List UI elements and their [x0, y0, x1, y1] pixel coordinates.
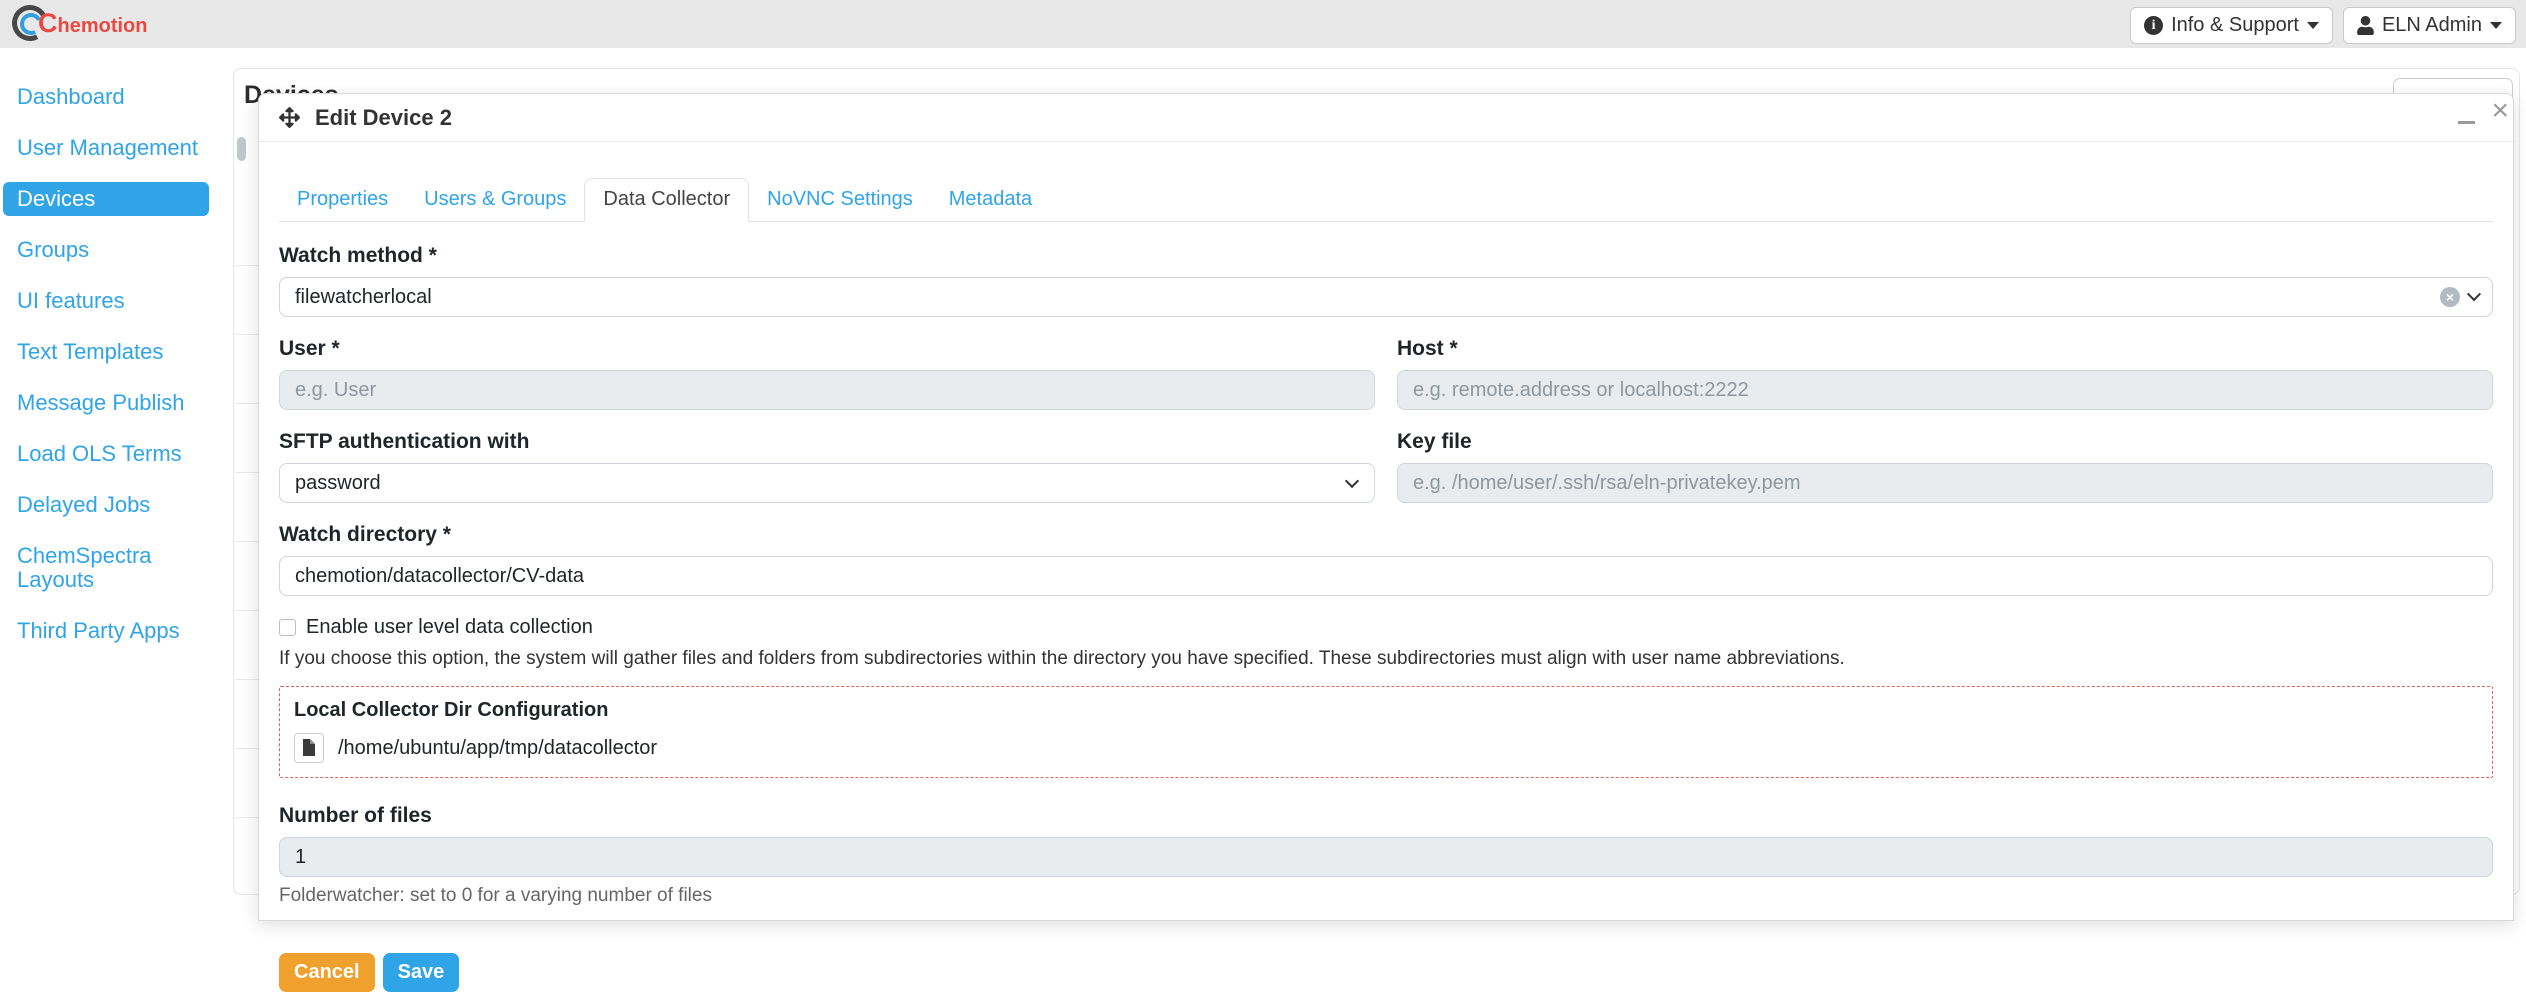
key-file-field[interactable]: [1397, 463, 2493, 503]
minimize-icon[interactable]: [2458, 121, 2475, 124]
tab-novnc-settings[interactable]: NoVNC Settings: [749, 179, 931, 221]
sidebar-item-message-publish[interactable]: Message Publish: [3, 386, 209, 420]
user-level-help-text: If you choose this option, the system wi…: [279, 648, 2493, 670]
key-file-label: Key file: [1397, 430, 2493, 454]
user-level-label: Enable user level data collection: [306, 616, 593, 639]
caret-down-icon: [2307, 22, 2319, 29]
info-support-label: Info & Support: [2171, 14, 2299, 37]
sidebar-item-delayed-jobs[interactable]: Delayed Jobs: [3, 488, 209, 522]
account-dropdown[interactable]: ELN Admin: [2343, 7, 2516, 44]
user-icon: [2357, 16, 2374, 35]
cancel-button[interactable]: Cancel: [279, 953, 375, 992]
top-navbar: Chemotion i Info & Support ELN Admin: [0, 0, 2526, 48]
number-of-files-label: Number of files: [279, 804, 2493, 828]
copy-icon: [302, 739, 316, 757]
user-field[interactable]: [279, 370, 1375, 410]
sidebar-item-groups[interactable]: Groups: [3, 233, 209, 267]
sidebar-item-chemspectra-layouts[interactable]: ChemSpectra Layouts: [3, 539, 209, 597]
sidebar-item-devices[interactable]: Devices: [3, 182, 209, 216]
watch-directory-field[interactable]: [279, 556, 2493, 596]
user-level-checkbox[interactable]: [279, 619, 296, 636]
watch-method-select[interactable]: [279, 277, 2493, 317]
chevron-down-icon[interactable]: [2467, 287, 2481, 301]
sidebar-item-third-party-apps[interactable]: Third Party Apps: [3, 614, 209, 648]
modal-tabs: Properties Users & Groups Data Collector…: [279, 178, 2493, 222]
edit-device-modal: Edit Device 2 × Properties Users & Group…: [258, 93, 2514, 921]
info-icon: i: [2144, 16, 2163, 35]
clear-selection-icon[interactable]: ×: [2440, 287, 2460, 307]
watch-directory-label: Watch directory *: [279, 523, 2493, 547]
sidebar-item-text-templates[interactable]: Text Templates: [3, 335, 209, 369]
modal-footer: Cancel Save: [259, 953, 2513, 992]
sidebar-item-load-ols-terms[interactable]: Load OLS Terms: [3, 437, 209, 471]
move-icon[interactable]: [279, 107, 300, 128]
sftp-auth-label: SFTP authentication with: [279, 430, 1375, 454]
copy-path-button[interactable]: [294, 733, 324, 763]
modal-title: Edit Device 2: [315, 105, 452, 131]
host-label: Host *: [1397, 337, 2493, 361]
admin-sidebar: Dashboard User Management Devices Groups…: [0, 48, 212, 929]
sidebar-item-user-management[interactable]: User Management: [3, 131, 209, 165]
tab-metadata[interactable]: Metadata: [931, 179, 1050, 221]
chemotion-logo[interactable]: Chemotion: [12, 2, 232, 46]
close-icon[interactable]: ×: [2491, 96, 2509, 126]
save-button[interactable]: Save: [383, 953, 460, 992]
sidebar-item-dashboard[interactable]: Dashboard: [3, 80, 209, 114]
tab-properties[interactable]: Properties: [279, 179, 406, 221]
sftp-auth-select[interactable]: [279, 463, 1375, 503]
info-support-dropdown[interactable]: i Info & Support: [2130, 7, 2333, 44]
caret-down-icon: [2490, 22, 2502, 29]
scrollbar-thumb[interactable]: [237, 137, 246, 161]
sidebar-item-ui-features[interactable]: UI features: [3, 284, 209, 318]
tab-data-collector[interactable]: Data Collector: [584, 178, 749, 222]
account-label: ELN Admin: [2382, 14, 2482, 37]
user-label: User *: [279, 337, 1375, 361]
watch-method-label: Watch method *: [279, 244, 2493, 268]
number-of-files-help-text: Folderwatcher: set to 0 for a varying nu…: [279, 885, 2493, 907]
local-collector-label: Local Collector Dir Configuration: [294, 699, 2478, 722]
modal-header: Edit Device 2 ×: [259, 94, 2513, 142]
logo-text: Chemotion: [38, 8, 148, 39]
local-collector-config-box: Local Collector Dir Configuration /home/…: [279, 686, 2493, 778]
local-collector-path: /home/ubuntu/app/tmp/datacollector: [338, 737, 657, 760]
number-of-files-field[interactable]: [279, 837, 2493, 877]
host-field[interactable]: [1397, 370, 2493, 410]
tab-users-groups[interactable]: Users & Groups: [406, 179, 584, 221]
